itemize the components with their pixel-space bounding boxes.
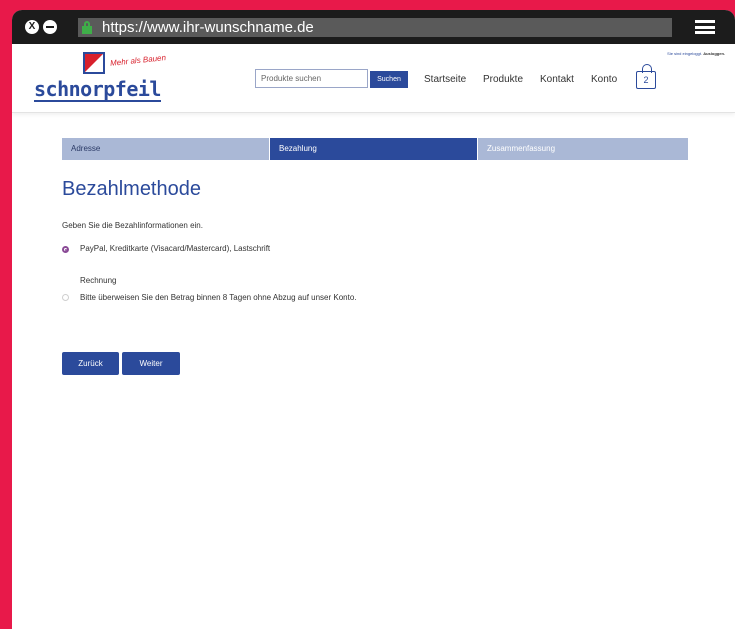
payment-option-rechnung-title: Rechnung [80, 276, 117, 285]
url-text: https://www.ihr-wunschname.de [102, 19, 314, 36]
nav-kontakt[interactable]: Kontakt [540, 74, 574, 85]
intro-text: Geben Sie die Bezahlinformationen ein. [62, 221, 203, 230]
logo-slogan: Mehr als Bauen [109, 53, 167, 68]
search-button[interactable]: Suchen [370, 71, 408, 88]
cart-icon[interactable]: 2 [636, 64, 656, 89]
minimize-window-button[interactable] [43, 20, 57, 34]
browser-toolbar: X https://www.ihr-wunschname.de [12, 10, 735, 44]
payment-option-rechnung-label[interactable]: Bitte überweisen Sie den Betrag binnen 8… [80, 293, 357, 302]
site-logo[interactable]: Mehr als Bauen schnorpfeil [34, 52, 174, 104]
browser-window: X https://www.ihr-wunschname.de Mehr als… [12, 10, 735, 629]
login-text: Sie sind eingeloggt. [667, 51, 703, 56]
logo-wordmark: schnorpfeil [34, 77, 161, 102]
hamburger-menu-icon[interactable] [695, 20, 715, 34]
nav-konto[interactable]: Konto [591, 74, 617, 85]
nav-startseite[interactable]: Startseite [424, 74, 466, 85]
step-zusammenfassung: Zusammenfassung [478, 138, 688, 160]
step-adresse[interactable]: Adresse [62, 138, 269, 160]
close-window-button[interactable]: X [25, 20, 39, 34]
search-input[interactable]: Produkte suchen [255, 69, 368, 88]
back-button[interactable]: Zurück [62, 352, 119, 375]
next-button[interactable]: Weiter [122, 352, 180, 375]
nav-produkte[interactable]: Produkte [483, 74, 523, 85]
payment-option-paypal-label[interactable]: PayPal, Kreditkarte (Visacard/Mastercard… [80, 244, 270, 253]
step-bezahlung: Bezahlung [270, 138, 477, 160]
cart-count: 2 [643, 75, 649, 85]
payment-radio-paypal[interactable] [62, 246, 69, 253]
logo-flag-icon [83, 52, 105, 74]
site-header: Mehr als Bauen schnorpfeil Produkte such… [12, 44, 735, 113]
logout-link[interactable]: Ausloggen. [703, 51, 725, 56]
page-title: Bezahlmethode [62, 178, 201, 200]
address-bar[interactable]: https://www.ihr-wunschname.de [78, 18, 672, 37]
checkout-steps: Adresse Bezahlung Zusammenfassung [62, 138, 688, 160]
login-status: Sie sind eingeloggt. Ausloggen. [667, 51, 725, 56]
lock-icon [82, 21, 92, 34]
payment-radio-rechnung[interactable] [62, 294, 69, 301]
